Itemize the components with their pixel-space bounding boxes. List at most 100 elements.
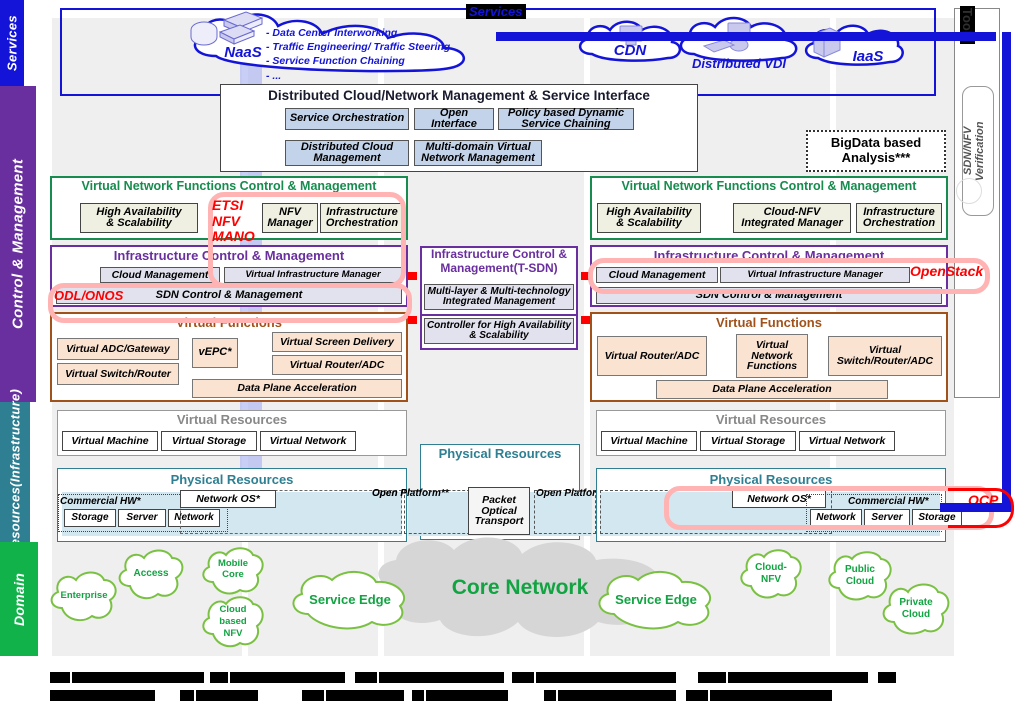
redact-bar xyxy=(50,690,155,701)
redact-bar xyxy=(412,690,424,701)
center-pr-box-packet-optical-transport[interactable]: Packet Optical Transport xyxy=(468,487,530,535)
service-edge-left-cloud[interactable]: Service Edge xyxy=(288,570,412,632)
naas-notes: - Data Center Interworking - Traffic Eng… xyxy=(266,27,451,82)
right-vr-title: Virtual Resources xyxy=(715,412,827,427)
iaas-cloud-shape xyxy=(805,24,904,66)
left-vf-box-virtual-screen-delivery[interactable]: Virtual Screen Delivery xyxy=(272,332,402,352)
center-infra-box-controller-ha[interactable]: Controller for High Availability & Scala… xyxy=(424,318,574,344)
right-infra-box-vim[interactable]: Virtual Infrastructure Manager xyxy=(720,267,910,283)
left-vr-title: Virtual Resources xyxy=(176,412,288,427)
right-vr-box-virtual-machine[interactable]: Virtual Machine xyxy=(601,431,697,451)
diagram-root: Services Control & Management Resources(… xyxy=(0,0,1024,703)
right-pr-box-server[interactable]: Server xyxy=(864,509,910,527)
left-vnf-box-high-availability[interactable]: High Availability & Scalability xyxy=(80,203,198,233)
redact-bar xyxy=(686,690,708,701)
right-vnf-cm-title: Virtual Network Functions Control & Mana… xyxy=(621,179,917,193)
right-vnf-box-high-availability[interactable]: High Availability & Scalability xyxy=(597,203,701,233)
redact-bar xyxy=(728,672,868,683)
left-infra-box-cloud-management[interactable]: Cloud Management xyxy=(100,267,220,283)
left-vf-box-virtual-adc-gateway[interactable]: Virtual ADC/Gateway xyxy=(57,338,179,360)
redact-bar xyxy=(210,672,228,683)
sidebar-band-resources-label: Resources(Infrastructure) xyxy=(7,388,23,556)
right-commercial-hw-label: Commercial HW* xyxy=(848,496,929,507)
left-vf-title: Virtual Functions xyxy=(176,315,282,330)
right-vf-box-virtual-switch-router-adc[interactable]: Virtual Switch/Router/ADC xyxy=(828,336,942,376)
left-vr-box-virtual-machine[interactable]: Virtual Machine xyxy=(62,431,158,451)
odl-connector-left-2 xyxy=(408,316,417,324)
enterprise-cloud-shape xyxy=(50,571,117,622)
sidebar-band-control[interactable]: Control & Management xyxy=(0,86,36,402)
right-vf-box-virtual-network-functions[interactable]: Virtual Network Functions xyxy=(736,334,808,378)
right-infra-box-cloud-management[interactable]: Cloud Management xyxy=(596,267,718,283)
right-infra-box-sdn-control[interactable]: SDN Control & Management xyxy=(596,287,942,304)
vdi-cloud[interactable]: Distributed VDI xyxy=(676,14,802,71)
center-infra-box-multilayer[interactable]: Multi-layer & Multi-technology Integrate… xyxy=(424,284,574,310)
center-pr-title: Physical Resources xyxy=(438,446,562,461)
redact-bar xyxy=(536,672,676,683)
left-infra-box-vim[interactable]: Virtual Infrastructure Manager xyxy=(224,267,402,283)
etsi-nfv-mano-label: ETSI NFV MANO xyxy=(212,197,255,245)
openstack-label: OpenStack xyxy=(910,263,984,279)
redact-bar xyxy=(698,672,726,683)
right-vf-box-data-plane-acceleration[interactable]: Data Plane Acceleration xyxy=(656,380,888,399)
orchestration-title: Distributed Cloud/Network Management & S… xyxy=(268,88,650,103)
orch-box-multidomain-vnm[interactable]: Multi-domain Virtual Network Management xyxy=(414,140,542,166)
left-vf-box-virtual-switch-router[interactable]: Virtual Switch/Router xyxy=(57,363,179,385)
orch-box-service-orchestration[interactable]: Service Orchestration xyxy=(285,108,409,130)
sidebar-band-resources[interactable]: Resources(Infrastructure) xyxy=(0,388,30,556)
redact-bar xyxy=(544,690,556,701)
left-vf-box-vepc[interactable]: vEPC* xyxy=(192,338,238,368)
service-edge-right-cloud-shape xyxy=(598,571,712,630)
right-pr-box-network[interactable]: Network xyxy=(810,509,862,527)
redact-bar xyxy=(50,672,70,683)
left-vnf-cm-title: Virtual Network Functions Control & Mana… xyxy=(81,179,377,193)
left-vnf-box-infra-orchestration[interactable]: Infrastructure Orchestration xyxy=(320,203,404,233)
bigdata-label: BigData based Analysis*** xyxy=(830,135,922,165)
redact-bar xyxy=(878,672,896,683)
left-vr-box-virtual-network[interactable]: Virtual Network xyxy=(260,431,356,451)
redact-bar xyxy=(379,672,504,683)
redact-bar xyxy=(426,690,508,701)
redact-bar xyxy=(710,690,832,701)
orch-box-policy-chaining[interactable]: Policy based Dynamic Service Chaining xyxy=(498,107,634,130)
right-vr-box-virtual-storage[interactable]: Virtual Storage xyxy=(700,431,796,451)
enterprise-cloud[interactable]: Enterprise xyxy=(48,568,120,626)
private-cloud-cloud-shape xyxy=(882,583,950,635)
access-cloud[interactable]: Access xyxy=(116,546,186,604)
cdn-cloud[interactable]: CDN xyxy=(576,18,684,68)
right-vnf-box-cloud-nfv-manager[interactable]: Cloud-NFV Integrated Manager xyxy=(733,203,851,233)
orch-box-open-interface[interactable]: Open Interface xyxy=(414,107,494,130)
odl-connector-left xyxy=(408,272,417,280)
sidebar-band-services[interactable]: Services xyxy=(0,0,24,86)
redact-bar xyxy=(180,690,194,701)
center-open-platform-left-label: Open Platform** xyxy=(372,488,449,499)
left-vf-box-virtual-router-adc[interactable]: Virtual Router/ADC xyxy=(272,355,402,375)
sidebar-band-domain[interactable]: Domain xyxy=(0,542,38,656)
left-pr-box-storage[interactable]: Storage xyxy=(64,509,116,527)
redact-bar xyxy=(512,672,534,683)
left-vf-box-data-plane-acceleration[interactable]: Data Plane Acceleration xyxy=(192,379,402,398)
left-pr-box-network-os[interactable]: Network OS* xyxy=(180,490,276,508)
tool-decoration-circle xyxy=(956,178,982,204)
right-vnf-box-infra-orchestration[interactable]: Infrastructure Orchestration xyxy=(856,203,942,233)
service-edge-right-cloud[interactable]: Service Edge xyxy=(594,570,718,632)
cloud-nfv-cloud[interactable]: Cloud- NFV xyxy=(738,546,804,604)
right-vf-box-virtual-router-adc[interactable]: Virtual Router/ADC xyxy=(597,336,707,376)
redact-bar xyxy=(326,690,404,701)
left-infra-cm-title: Infrastructure Control & Management xyxy=(113,248,345,263)
left-vr-box-virtual-storage[interactable]: Virtual Storage xyxy=(161,431,257,451)
server-stack-icon xyxy=(190,11,264,46)
iaas-cloud[interactable]: IaaS xyxy=(802,22,906,72)
redact-bar xyxy=(302,690,324,701)
right-vr-box-virtual-network[interactable]: Virtual Network xyxy=(799,431,895,451)
right-pr-title: Physical Resources xyxy=(709,472,833,487)
private-cloud-cloud[interactable]: Private Cloud xyxy=(880,580,952,640)
left-pr-box-server[interactable]: Server xyxy=(118,509,166,527)
left-vnf-box-nfv-manager[interactable]: NFV Manager xyxy=(262,203,318,233)
odl-connector-right-2 xyxy=(581,316,590,324)
odl-onos-label: ODL/ONOS xyxy=(54,288,124,303)
cloud-based-nfv-cloud[interactable]: Cloud based NFV xyxy=(200,592,266,654)
orch-box-distributed-cloud-mgmt[interactable]: Distributed Cloud Management xyxy=(285,140,409,166)
service-edge-left-cloud-shape xyxy=(292,571,406,630)
services-bus-vertical xyxy=(1002,32,1011,512)
